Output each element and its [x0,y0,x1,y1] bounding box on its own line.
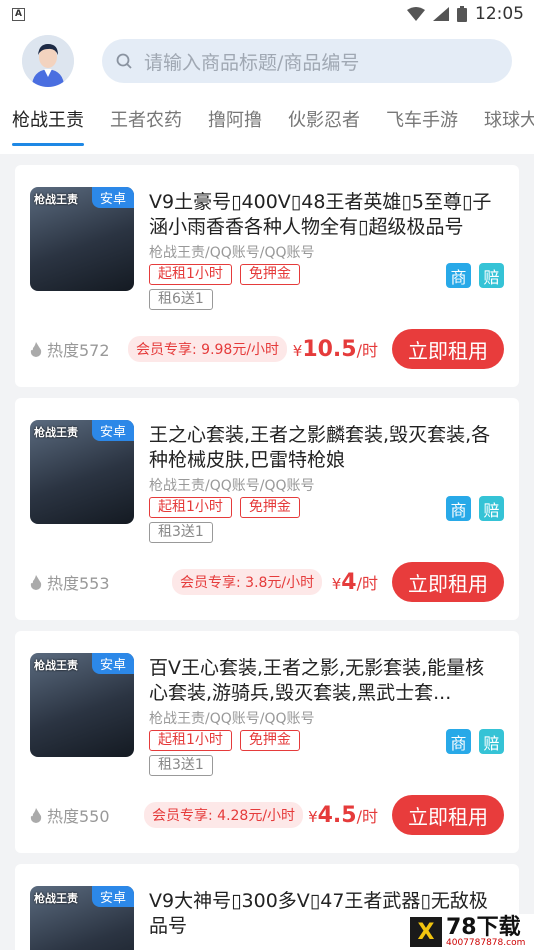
thumb-game-label: 枪战王责 [34,426,78,439]
rent-now-button[interactable]: 立即租用 [392,329,504,369]
product-title: V9土豪号▯400V▯48王者英雄▯5至尊▯子涵小雨香香各种人物全有▯超级极品号 [149,191,492,238]
no-deposit-tag: 免押金 [239,497,300,518]
product-category: 枪战王责/QQ账号/QQ账号 [149,711,315,727]
search-placeholder: 请输入商品标题/商品编号 [144,51,360,74]
price: ¥ 4.5 /时 [308,803,378,828]
game-tabs: 枪战王责 王者农药 撸阿撸 伙影忍者 飞车手游 球球大 [0,94,534,154]
product-card[interactable]: 枪战王责 安卓 V9土豪号▯400V▯48王者英雄▯5至尊▯子涵小雨香香各种人物… [15,165,519,387]
product-thumbnail: 枪战王责 安卓 [30,187,134,291]
product-card[interactable]: 枪战王责 安卓 百V王心套装,王者之影,无影套装,能量核心套装,游骑兵,毁灭套装… [15,631,519,853]
notification-icon: A [12,7,25,21]
no-deposit-tag: 免押金 [239,264,300,285]
watermark-logo: X [410,917,442,947]
battery-icon [457,6,467,22]
tab-lu[interactable]: 撸阿撸 [208,94,262,152]
price: ¥ 4 /时 [332,570,378,595]
rent-now-button[interactable]: 立即租用 [392,795,504,835]
status-icons: 12:05 [407,4,524,24]
compensation-badge: 赔 [479,496,504,521]
min-rent-tag: 起租1小时 [149,264,232,285]
tab-wangzhe[interactable]: 王者农药 [110,94,182,152]
vip-price: 会员专享: 9.98元/小时 [128,336,288,362]
tab-feiche[interactable]: 飞车手游 [386,94,458,152]
currency-symbol: ¥ [292,341,303,360]
compensation-badge: 赔 [479,729,504,754]
heat-text: 热度572 [47,341,110,360]
price-unit: /时 [356,806,378,826]
clock: 12:05 [475,4,524,24]
product-thumbnail: 枪战王责 安卓 [30,886,134,950]
merchant-badge: 商 [446,263,471,288]
heat-text: 热度550 [47,807,110,826]
search-bar[interactable]: 请输入商品标题/商品编号 [102,39,512,83]
os-badge: 安卓 [91,187,134,208]
wifi-icon [407,7,425,21]
heat-info: 热度550 [30,803,128,827]
currency-symbol: ¥ [331,574,342,593]
merchant-badge: 商 [446,729,471,754]
signal-icon [433,7,449,21]
tab-qiangzhan[interactable]: 枪战王责 [12,94,84,152]
watermark-url: 4007787878.com [446,937,526,948]
product-card[interactable]: 枪战王责 安卓 王之心套装,王者之影麟套装,毁灭套装,各种枪械皮肤,巴雷特枪娘 … [15,398,519,620]
no-deposit-tag: 免押金 [239,730,300,751]
promo-tag: 租3送1 [149,755,213,776]
os-badge: 安卓 [91,653,134,674]
thumb-game-label: 枪战王责 [34,193,78,206]
rent-now-button[interactable]: 立即租用 [392,562,504,602]
product-title: 王之心套装,王者之影麟套装,毁灭套装,各种枪械皮肤,巴雷特枪娘 [149,424,491,471]
product-list: 枪战王责 安卓 V9土豪号▯400V▯48王者英雄▯5至尊▯子涵小雨香香各种人物… [0,165,534,950]
top-header: 请输入商品标题/商品编号 [0,28,534,94]
tab-huoying[interactable]: 伙影忍者 [288,94,360,152]
price-value: 4.5 [317,802,357,828]
heat-info: 热度553 [30,570,128,594]
thumb-game-label: 枪战王责 [34,659,78,672]
price: ¥ 10.5 /时 [293,337,378,362]
flame-icon [30,807,42,823]
merchant-badge: 商 [446,496,471,521]
heat-info: 热度572 [30,337,128,361]
currency-symbol: ¥ [308,807,318,826]
product-thumbnail: 枪战王责 安卓 [30,653,134,757]
watermark-text: 78下载 [446,914,521,940]
price-value: 10.5 [302,336,357,362]
price-unit: /时 [356,340,378,360]
compensation-badge: 赔 [479,263,504,288]
user-avatar-icon [22,35,74,87]
flame-icon [30,341,42,357]
site-watermark: X 78下载 4007787878.com [404,914,534,950]
tab-qiuqiu[interactable]: 球球大 [484,94,534,152]
os-badge: 安卓 [91,420,134,441]
promo-tag: 租6送1 [149,289,213,310]
product-title: 百V王心套装,王者之影,无影套装,能量核心套装,游骑兵,毁灭套装,黑武士套... [149,657,485,704]
avatar[interactable] [22,35,74,87]
vip-price: 会员专享: 3.8元/小时 [172,569,323,595]
search-icon [116,53,132,69]
heat-text: 热度553 [47,574,110,593]
promo-tag: 租3送1 [149,522,213,543]
price-unit: /时 [356,573,378,593]
vip-price: 会员专享: 4.28元/小时 [144,802,304,828]
flame-icon [30,574,42,590]
min-rent-tag: 起租1小时 [149,497,232,518]
status-bar: A 12:05 [0,0,534,28]
price-value: 4 [341,569,357,595]
product-category: 枪战王责/QQ账号/QQ账号 [149,245,315,261]
os-badge: 安卓 [91,886,134,907]
product-thumbnail: 枪战王责 安卓 [30,420,134,524]
min-rent-tag: 起租1小时 [149,730,232,751]
product-category: 枪战王责/QQ账号/QQ账号 [149,478,315,494]
thumb-game-label: 枪战王责 [34,892,78,905]
